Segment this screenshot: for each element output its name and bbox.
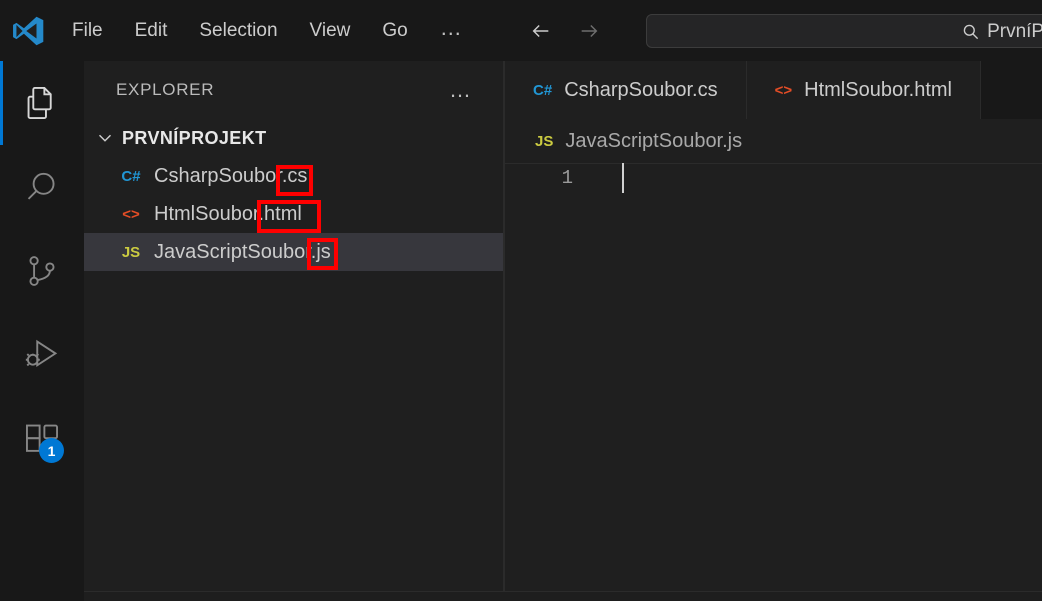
vscode-window: File Edit Selection View Go … PrvníP 1 E… — [0, 0, 1042, 601]
search-input-value[interactable]: PrvníPro — [987, 22, 1042, 41]
text-cursor — [622, 163, 624, 193]
editor-group: C# CsharpSoubor.cs <> HtmlSoubor.html JS… — [505, 61, 1042, 592]
editor-tab-bar: C# CsharpSoubor.cs <> HtmlSoubor.html — [505, 61, 1042, 119]
javascript-file-icon: JS — [535, 132, 554, 150]
explorer-header: EXPLORER … — [84, 61, 503, 119]
javascript-file-icon: JS — [121, 243, 141, 261]
menu-item-view[interactable]: View — [294, 15, 367, 46]
explorer-folder-name: PRVNÍPROJEKT — [122, 127, 267, 148]
activity-item-search[interactable] — [0, 145, 84, 229]
vscode-logo-icon — [0, 0, 56, 61]
explorer-file-row-csharp[interactable]: C# CsharpSoubor.cs — [84, 157, 503, 195]
explorer-file-row-html[interactable]: <> HtmlSoubor.html — [84, 195, 503, 233]
explorer-title: EXPLORER — [116, 80, 215, 99]
extensions-badge: 1 — [39, 438, 64, 463]
back-arrow-icon[interactable] — [530, 20, 552, 42]
editor-bottom-divider — [84, 591, 1042, 592]
line-content[interactable] — [585, 163, 1042, 193]
navigation-buttons — [530, 0, 600, 61]
html-file-icon: <> — [774, 81, 793, 99]
breadcrumb-file-label[interactable]: JavaScriptSoubor.js — [565, 130, 742, 153]
menu-bar: File Edit Selection View Go … — [56, 0, 480, 61]
tab-html-soubor[interactable]: <> HtmlSoubor.html — [746, 61, 981, 119]
code-line[interactable]: 1 — [505, 163, 1042, 193]
csharp-file-icon: C# — [121, 167, 141, 185]
title-bar: File Edit Selection View Go … PrvníP — [0, 0, 1042, 61]
explorer-more-actions-icon[interactable]: … — [449, 79, 473, 101]
tab-label: HtmlSoubor.html — [804, 78, 952, 101]
explorer-file-name: HtmlSoubor.html — [154, 202, 302, 225]
line-number: 1 — [561, 167, 573, 189]
html-file-icon: <> — [122, 205, 140, 223]
editor-breadcrumb[interactable]: JS JavaScriptSoubor.js — [505, 119, 1042, 163]
activity-item-source-control[interactable] — [0, 229, 84, 313]
menu-item-go[interactable]: Go — [366, 15, 423, 46]
activity-item-explorer[interactable] — [0, 61, 84, 145]
activity-bar: 1 — [0, 61, 84, 601]
menu-item-edit[interactable]: Edit — [119, 15, 184, 46]
explorer-file-row-javascript[interactable]: JS JavaScriptSoubor.js — [84, 233, 503, 271]
activity-item-run-and-debug[interactable] — [0, 313, 84, 397]
menu-overflow-icon[interactable]: … — [424, 16, 480, 45]
menu-item-file[interactable]: File — [56, 15, 119, 46]
tab-csharp-soubor[interactable]: C# CsharpSoubor.cs — [505, 61, 747, 119]
command-center-search[interactable]: PrvníPro — [646, 14, 1042, 48]
chevron-down-icon[interactable] — [94, 127, 116, 149]
explorer-file-name: JavaScriptSoubor.js — [154, 240, 331, 263]
code-editor-area[interactable]: 1 — [505, 163, 1042, 583]
csharp-file-icon: C# — [533, 81, 553, 99]
forward-arrow-icon[interactable] — [578, 20, 600, 42]
menu-item-selection[interactable]: Selection — [183, 15, 293, 46]
search-icon — [961, 22, 980, 41]
explorer-file-name: CsharpSoubor.cs — [154, 164, 308, 187]
explorer-folder-row[interactable]: PRVNÍPROJEKT — [84, 119, 503, 157]
tab-label: CsharpSoubor.cs — [564, 78, 718, 101]
activity-item-extensions[interactable]: 1 — [0, 397, 84, 481]
explorer-sidebar: EXPLORER … PRVNÍPROJEKT C# CsharpSoubor.… — [84, 61, 504, 592]
